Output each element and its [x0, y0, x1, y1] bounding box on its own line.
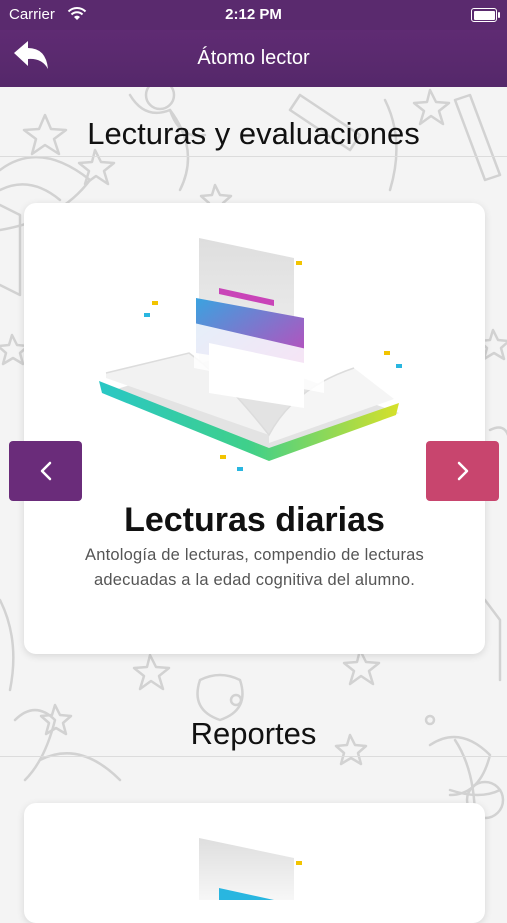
card-description: Antología de lecturas, compendio de lect…: [84, 546, 424, 589]
section-title-lecturas: Lecturas y evaluaciones: [87, 116, 420, 151]
reportes-card[interactable]: [24, 803, 485, 923]
carousel-prev-button[interactable]: [9, 441, 82, 501]
card-title: Lecturas diarias: [124, 501, 385, 539]
open-book-illustration: [99, 238, 402, 471]
chevron-right-icon: [457, 461, 468, 481]
nav-title: Átomo lector: [197, 47, 310, 69]
section-divider: [0, 156, 507, 157]
carousel-next-button[interactable]: [426, 441, 499, 501]
section-divider: [0, 756, 507, 757]
section-title-reportes: Reportes: [190, 716, 317, 751]
navigation-bar: Átomo lector: [0, 30, 507, 87]
clock: 2:12 PM: [225, 6, 282, 23]
carousel-card[interactable]: Lecturas diarias Antología de lecturas, …: [24, 203, 485, 654]
reportes-illustration: [199, 838, 302, 900]
battery-icon: [471, 8, 500, 22]
chevron-left-icon: [40, 461, 51, 481]
status-bar: Carrier 2:12 PM: [0, 0, 507, 30]
